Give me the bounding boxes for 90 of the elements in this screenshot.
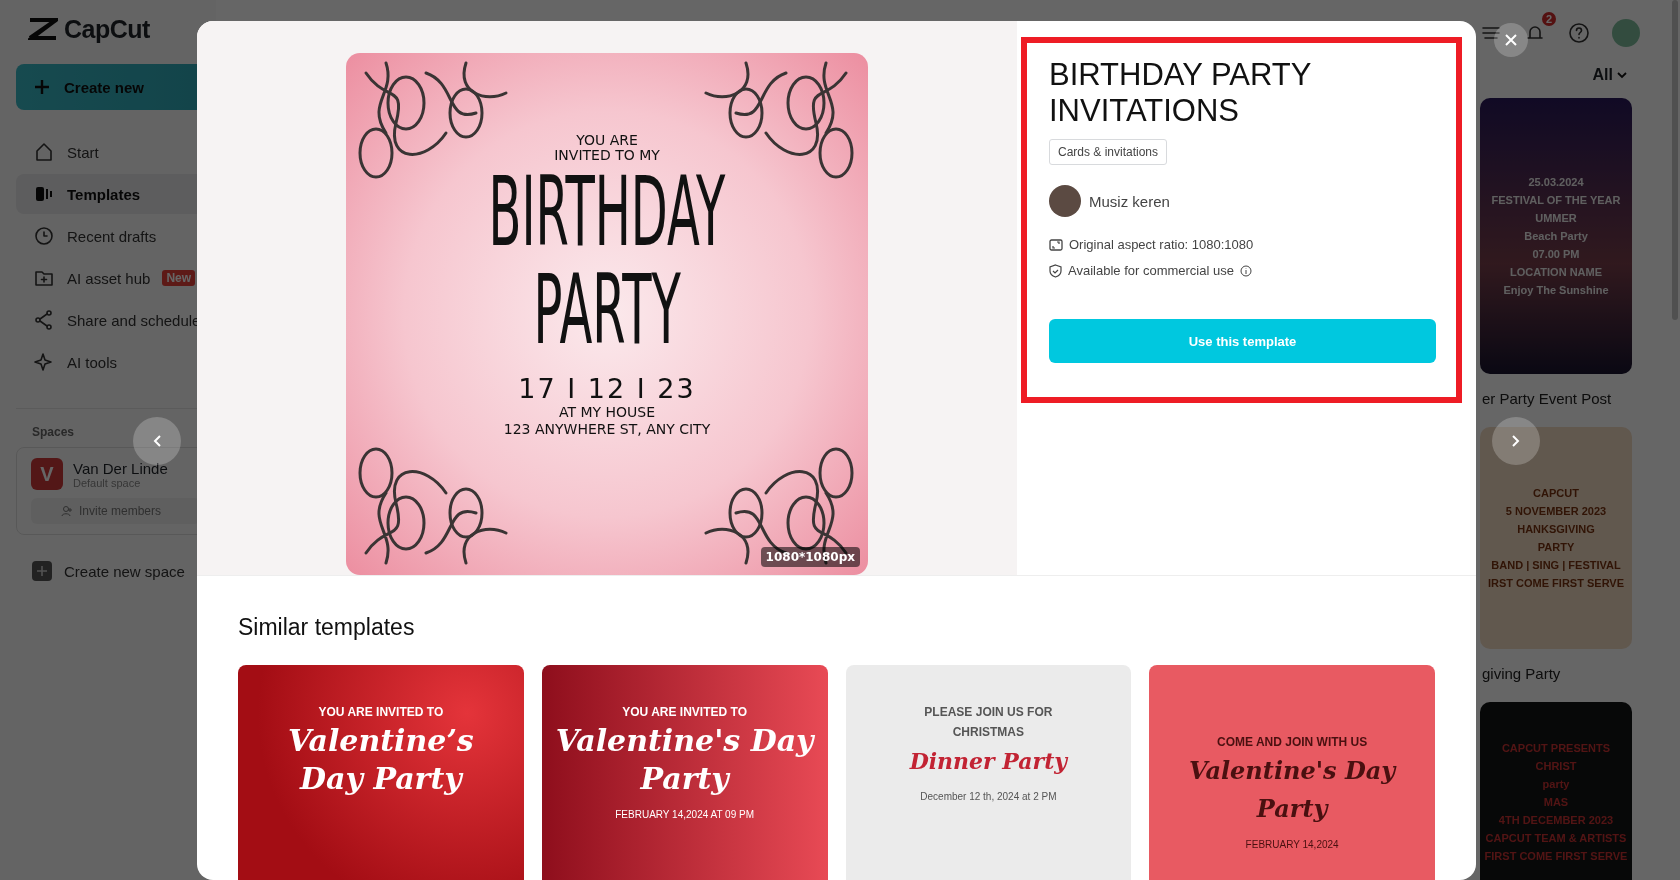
sidebar-item[interactable]: AI tools: [16, 342, 216, 382]
poster-text: CAPCUT: [1533, 487, 1579, 499]
chevron-right-icon: [1512, 435, 1520, 447]
thumbnail-title: Party: [640, 763, 729, 795]
invitation-text: YOU ARE: [576, 133, 638, 148]
author-avatar: [1049, 185, 1081, 217]
thumbnail-title: Valentine’s: [288, 725, 474, 757]
poster-text: CAPCUT PRESENTS: [1501, 742, 1611, 754]
invitation-headline: BIRTHDAY: [488, 163, 726, 261]
template-thumbnail[interactable]: PLEASE JOIN US FOR CHRISTMAS Dinner Party December 12 th, 2024 at 2 PM: [845, 665, 1132, 880]
sidebar-item[interactable]: Recent drafts: [16, 216, 216, 256]
logo-text: CapCut: [64, 14, 150, 44]
section-heading: Spaces: [32, 425, 76, 439]
clock-icon: [33, 225, 55, 247]
house-icon: [33, 141, 55, 163]
share-icon: [33, 309, 55, 331]
poster-text: UMMER: [1535, 212, 1577, 224]
invitation-address: AT MY HOUSE: [558, 404, 656, 421]
thumbnail-text: YOU ARE INVITED TO: [622, 705, 747, 719]
thumbnail-text: YOU ARE INVITED TO: [318, 705, 444, 719]
poster-text: FESTIVAL OF THE YEAR: [1491, 194, 1621, 206]
thumbnail-title: Dinner Party: [909, 747, 1068, 776]
thumbnail-text: CHRISTMAS: [952, 725, 1025, 739]
poster-text: CAPCUT TEAM & ARTISTS: [1485, 832, 1627, 844]
template-thumbnail[interactable]: CAPCUT 5 NOVEMBER 2023 HANKSGIVING PARTY BAND | SING | FESTIVAL IRST COME FIRST SERVE: [1480, 427, 1632, 649]
close-button[interactable]: [1494, 23, 1528, 57]
close-icon: [1505, 34, 1517, 46]
thumbnail-title: Party: [1256, 793, 1328, 825]
thumbnail-text: FEBRUARY 14,2024 AT 09 PM: [615, 809, 754, 820]
thumbnail-text: December 12 th, 2024 at 2 PM: [920, 791, 1057, 802]
invitation-address: 123 ANYWHERE ST, ANY CITY: [503, 421, 711, 438]
template-thumbnail[interactable]: 25.03.2024 FESTIVAL OF THE YEAR UMMER Beach Party 07.00 PM LOCATION NAME Enjoy The Sunshine: [1480, 98, 1632, 374]
poster-text: 25.03.2024: [1528, 176, 1584, 188]
poster-text: PARTY: [1537, 541, 1575, 553]
poster-text: FIRST COME FIRST SERVE: [1484, 850, 1628, 862]
template-thumbnail[interactable]: YOU ARE INVITED TO Valentine’s Day Party: [238, 665, 524, 880]
invitation-headline: PARTY: [533, 261, 681, 359]
shield-check-icon: [1049, 263, 1062, 278]
template-thumbnail[interactable]: COME AND JOIN WITH US Valentine's Day Party FEBRUARY 14,2024: [1149, 665, 1435, 880]
thumbnail-title: Valentine's Day: [555, 725, 814, 757]
template-title[interactable]: giving Party: [1480, 665, 1632, 682]
license-text: Available for commercial use: [1068, 263, 1234, 278]
invitation-text: INVITED TO MY: [554, 148, 660, 163]
author-name[interactable]: Musiz keren: [1089, 192, 1170, 210]
info-icon[interactable]: [1239, 264, 1252, 277]
notification-badge: 2: [1541, 12, 1556, 26]
chevron-left-icon: [153, 435, 161, 447]
poster-text: IRST COME FIRST SERVE: [1487, 577, 1625, 589]
space-avatar: V: [31, 458, 63, 490]
poster-text: LOCATION NAME: [1509, 266, 1603, 278]
help-icon[interactable]: [1568, 22, 1590, 44]
poster-text: HANKSGIVING: [1517, 523, 1595, 535]
poster-text: 5 NOVEMBER 2023: [1505, 505, 1607, 517]
poster-text: CHRIST: [1535, 760, 1577, 772]
filter-dropdown[interactable]: All: [1592, 66, 1627, 84]
chevron-down-icon: [1617, 71, 1627, 79]
section-heading: Similar templates: [238, 614, 416, 641]
plus-square-icon: [32, 561, 52, 581]
sidebar-item[interactable]: Share and schedule: [16, 300, 216, 340]
poster-text: 07.00 PM: [1532, 248, 1580, 260]
new-badge: New: [162, 270, 196, 286]
person-add-icon: [61, 505, 73, 517]
thumbnail-text: COME AND JOIN WITH US: [1217, 735, 1368, 749]
plus-icon: [34, 79, 50, 95]
invitation-date: 17 I 12 I 23: [518, 373, 696, 404]
sidebar-item[interactable]: Start: [16, 132, 216, 172]
template-thumbnail[interactable]: YOU ARE INVITED TO Valentine's Day Party FEBRUARY 14,2024 AT 09 PM: [541, 665, 828, 880]
create-space-link[interactable]: Create new space: [64, 562, 185, 580]
poster-text: party: [1542, 778, 1570, 790]
template-title: BIRTHDAY PARTY INVITATIONS: [1049, 57, 1312, 129]
aspect-ratio-icon: [1049, 238, 1063, 251]
thumbnail-text: PLEASE JOIN US FOR: [924, 705, 1053, 719]
poster-text: MAS: [1543, 796, 1569, 808]
previous-button[interactable]: [133, 417, 181, 465]
aspect-ratio-text: Original aspect ratio: 1080:1080: [1069, 237, 1254, 252]
space-name: Van Der Linde: [73, 459, 168, 477]
thumbnail-text: FEBRUARY 14,2024: [1245, 839, 1339, 850]
poster-text: Enjoy The Sunshine: [1503, 284, 1609, 296]
poster-text: BAND | SING | FESTIVAL: [1491, 559, 1621, 571]
next-button[interactable]: [1492, 417, 1540, 465]
poster-text: Beach Party: [1524, 230, 1588, 242]
thumbnail-title: Day Party: [300, 763, 462, 795]
poster-text: 4TH DECEMBER 2023: [1498, 814, 1614, 826]
sparkle-icon: [33, 351, 55, 373]
category-tag[interactable]: Cards & invitations: [1049, 139, 1168, 165]
thumbnail-title: Valentine's Day: [1189, 755, 1396, 787]
template-title[interactable]: er Party Event Post: [1480, 390, 1632, 407]
sidebar-item[interactable]: AI asset hub New: [16, 258, 216, 298]
use-template-button[interactable]: Use this template: [1049, 319, 1436, 363]
size-label: 1080*1080px: [760, 547, 860, 567]
